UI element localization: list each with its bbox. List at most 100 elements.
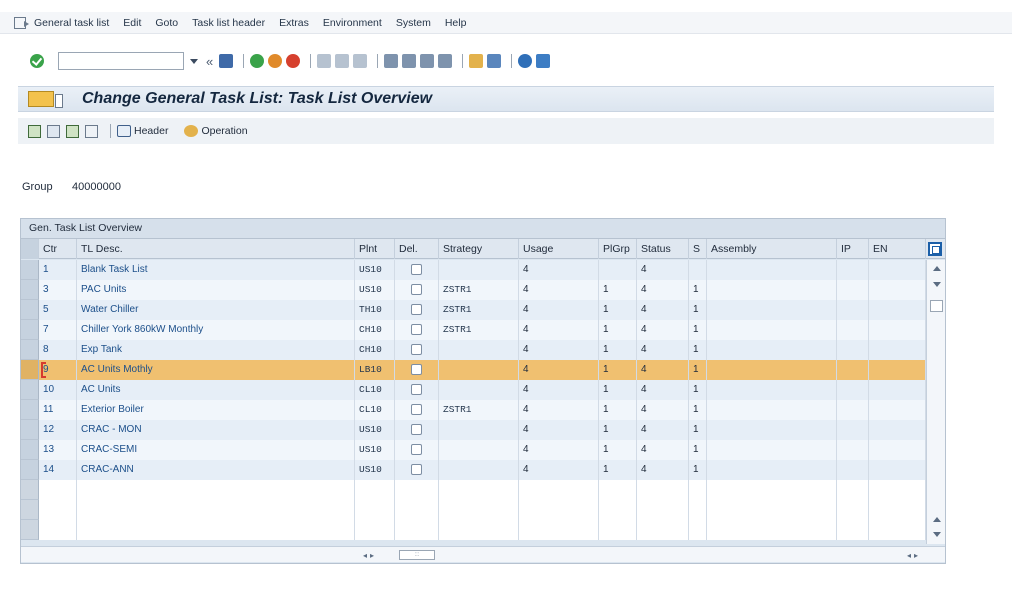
table-row[interactable]: 13 CRAC-SEMI US10 4 1 4 1	[21, 440, 926, 460]
menu-toggle-icon[interactable]	[14, 16, 29, 29]
column-header-usage[interactable]: Usage	[519, 239, 599, 259]
cell-tl-desc[interactable]: CRAC-SEMI	[77, 440, 355, 460]
horizontal-scrollbar[interactable]: ◂▸ ::: ◂▸	[355, 546, 945, 562]
column-header-ctr[interactable]: Ctr	[39, 239, 77, 259]
cell-ctr[interactable]: 13	[39, 440, 77, 460]
cell-ctr[interactable]: 10	[39, 380, 77, 400]
header-button[interactable]: Header	[117, 125, 168, 137]
row-selector[interactable]	[21, 360, 39, 380]
menu-extras[interactable]: Extras	[279, 17, 309, 29]
cell-ctr[interactable]: 5	[39, 300, 77, 320]
cell-ctr[interactable]: 12	[39, 420, 77, 440]
select-all-icon[interactable]	[28, 124, 41, 138]
cell-ctr[interactable]: 11	[39, 400, 77, 420]
column-header-tl-desc[interactable]: TL Desc.	[77, 239, 355, 259]
print-icon[interactable]	[317, 54, 332, 68]
previous-page-icon[interactable]	[402, 54, 417, 68]
row-selector[interactable]	[21, 380, 39, 400]
deletion-checkbox[interactable]	[411, 264, 422, 275]
table-row[interactable]: 14 CRAC-ANN US10 4 1 4 1	[21, 460, 926, 480]
column-header-ip[interactable]: IP	[837, 239, 869, 259]
row-selector[interactable]	[21, 400, 39, 420]
cell-tl-desc[interactable]: AC Units	[77, 380, 355, 400]
menu-general-task-list[interactable]: General task list	[34, 17, 109, 29]
cell-tl-desc[interactable]: Water Chiller	[77, 300, 355, 320]
deletion-checkbox[interactable]	[411, 464, 422, 475]
row-selector[interactable]	[21, 420, 39, 440]
menu-help[interactable]: Help	[445, 17, 467, 29]
table-row[interactable]: 7 Chiller York 860kW Monthly CH10 ZSTR1 4 1 4 1	[21, 320, 926, 340]
cell-tl-desc[interactable]: PAC Units	[77, 280, 355, 300]
find-next-icon[interactable]	[353, 54, 368, 68]
enter-icon[interactable]	[30, 54, 44, 68]
last-page-icon[interactable]	[438, 54, 453, 68]
column-header-del[interactable]: Del.	[395, 239, 439, 259]
deletion-checkbox[interactable]	[411, 424, 422, 435]
select-block-icon[interactable]	[66, 124, 79, 138]
row-selector[interactable]	[21, 300, 39, 320]
menu-system[interactable]: System	[396, 17, 431, 29]
table-row[interactable]: 1 Blank Task List US10 4 4	[21, 260, 926, 280]
first-page-icon[interactable]	[384, 54, 399, 68]
row-selector[interactable]	[21, 280, 39, 300]
row-selector[interactable]	[21, 500, 39, 520]
table-row[interactable]: 3 PAC Units US10 ZSTR1 4 1 4 1	[21, 280, 926, 300]
empty-table-row[interactable]	[21, 480, 926, 500]
scroll-left-right-icon[interactable]: ◂▸	[907, 551, 921, 560]
cell-ctr[interactable]: 1	[39, 260, 77, 280]
delete-icon[interactable]	[85, 124, 98, 138]
layout-menu-icon[interactable]	[536, 54, 551, 68]
menu-edit[interactable]: Edit	[123, 17, 141, 29]
column-header-s[interactable]: S	[689, 239, 707, 259]
back-icon[interactable]	[250, 54, 265, 68]
deletion-checkbox[interactable]	[411, 304, 422, 315]
cell-ctr[interactable]: 3	[39, 280, 77, 300]
cell-tl-desc[interactable]: Chiller York 860kW Monthly	[77, 320, 355, 340]
new-session-icon[interactable]	[469, 54, 484, 68]
menu-task-list-header[interactable]: Task list header	[192, 17, 265, 29]
table-row[interactable]: 9 AC Units Mothly LB10 4 1 4 1	[21, 360, 926, 380]
cell-ctr[interactable]: 14	[39, 460, 77, 480]
empty-table-row[interactable]	[21, 500, 926, 520]
scroll-up-icon[interactable]	[933, 517, 941, 522]
row-selector[interactable]	[21, 320, 39, 340]
cell-tl-desc[interactable]: Blank Task List	[77, 260, 355, 280]
deselect-all-icon[interactable]	[47, 124, 60, 138]
save-icon[interactable]	[219, 54, 234, 68]
cancel-icon[interactable]	[286, 54, 301, 68]
menu-goto[interactable]: Goto	[155, 17, 178, 29]
column-header-plgrp[interactable]: PlGrp	[599, 239, 637, 259]
empty-table-row[interactable]	[21, 520, 926, 540]
table-row[interactable]: 8 Exp Tank CH10 4 1 4 1	[21, 340, 926, 360]
scroll-down-icon[interactable]	[933, 532, 941, 537]
column-header-plnt[interactable]: Plnt	[355, 239, 395, 259]
column-header-assembly[interactable]: Assembly	[707, 239, 837, 259]
row-selector[interactable]	[21, 440, 39, 460]
table-row[interactable]: 5 Water Chiller TH10 ZSTR1 4 1 4 1	[21, 300, 926, 320]
command-dropdown-icon[interactable]	[188, 52, 200, 70]
command-field[interactable]	[58, 52, 184, 70]
row-selector[interactable]	[21, 460, 39, 480]
deletion-checkbox[interactable]	[411, 364, 422, 375]
transaction-icon[interactable]	[28, 91, 63, 108]
table-row[interactable]: 11 Exterior Boiler CL10 ZSTR1 4 1 4 1	[21, 400, 926, 420]
cell-ctr[interactable]: 8	[39, 340, 77, 360]
column-header-strategy[interactable]: Strategy	[439, 239, 519, 259]
scroll-down-icon[interactable]	[933, 282, 941, 287]
row-selector[interactable]	[21, 520, 39, 540]
horizontal-scrollbar-fixed[interactable]	[21, 546, 395, 562]
deletion-checkbox[interactable]	[411, 444, 422, 455]
exit-icon[interactable]	[268, 54, 283, 68]
table-row[interactable]: 12 CRAC - MON US10 4 1 4 1	[21, 420, 926, 440]
operation-button[interactable]: Operation	[184, 125, 248, 137]
table-row[interactable]: 10 AC Units CL10 4 1 4 1	[21, 380, 926, 400]
cell-tl-desc[interactable]: Exp Tank	[77, 340, 355, 360]
command-toggle-icon[interactable]: «	[206, 54, 213, 69]
help-icon[interactable]	[518, 54, 533, 68]
deletion-checkbox[interactable]	[411, 324, 422, 335]
menu-environment[interactable]: Environment	[323, 17, 382, 29]
deletion-checkbox[interactable]	[411, 404, 422, 415]
row-selector[interactable]	[21, 340, 39, 360]
cell-tl-desc[interactable]: CRAC - MON	[77, 420, 355, 440]
vertical-scrollbar[interactable]	[926, 260, 945, 544]
